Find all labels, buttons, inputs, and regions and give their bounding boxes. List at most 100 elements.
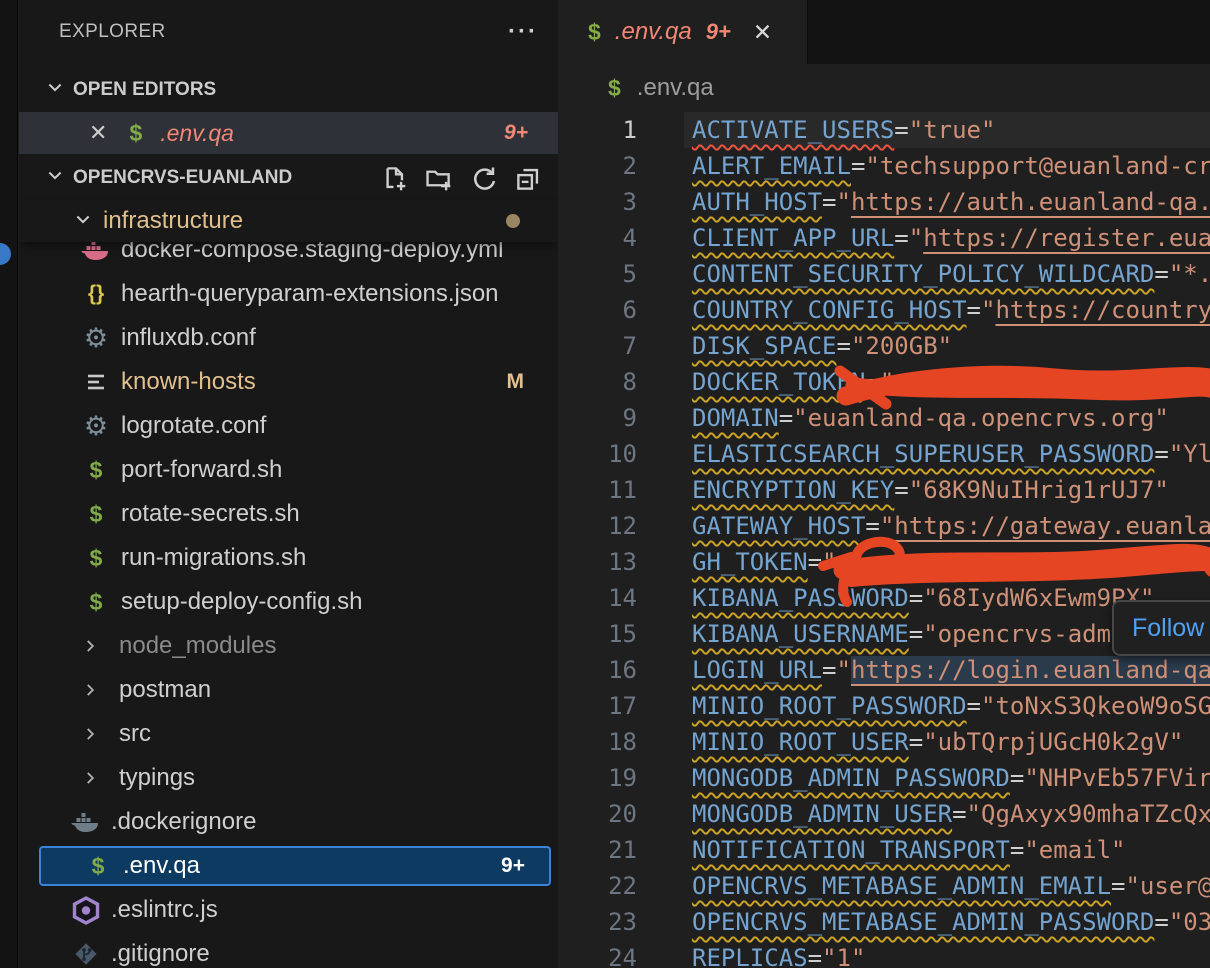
file-label: .dockerignore xyxy=(111,808,256,836)
folder-row-infrastructure[interactable]: infrastructure xyxy=(19,200,558,242)
editor-group: $ .env.qa 9+ ✕ $ .env.qa 1ACTIVATE_USERS… xyxy=(558,0,1210,968)
code-line-6: 6COUNTRY_CONFIG_HOST="https://country xyxy=(558,292,1210,328)
env-key: MONGODB_ADMIN_USER xyxy=(692,800,952,828)
file-row-.gitignore[interactable]: .gitignore xyxy=(19,932,558,968)
code-line-16: 16LOGIN_URL="https://login.euanland-qa xyxy=(558,652,1210,688)
line-number: 17 xyxy=(558,688,637,724)
line-number: 18 xyxy=(558,724,637,760)
file-label: postman xyxy=(119,676,211,704)
env-key: OPENCRVS_METABASE_ADMIN_EMAIL xyxy=(692,872,1111,900)
env-value: " xyxy=(880,368,894,396)
file-row-.env.qa[interactable]: $.env.qa9+ xyxy=(39,846,551,886)
line-number: 20 xyxy=(558,796,637,832)
env-value: "Yl xyxy=(1169,440,1210,468)
shell-file-icon: $ xyxy=(81,853,115,880)
env-key: ACTIVATE_USERS xyxy=(692,116,894,144)
modified-dot-icon xyxy=(506,214,520,228)
code-line-23: 23OPENCRVS_METABASE_ADMIN_PASSWORD="03 xyxy=(558,904,1210,940)
line-number: 14 xyxy=(558,580,637,616)
env-value: "user@ xyxy=(1125,872,1210,900)
file-label: rotate-secrets.sh xyxy=(121,500,300,528)
line-number: 2 xyxy=(558,148,637,184)
vscode-window: EXPLORER ··· OPEN EDITORS ✕ $ .env.qa 9+… xyxy=(0,0,1210,968)
chevron-right-icon xyxy=(73,637,107,655)
env-url-link[interactable]: https://register.eua xyxy=(923,224,1210,252)
list-lines-icon xyxy=(79,372,113,392)
file-row-rotate-secrets.sh[interactable]: $rotate-secrets.sh xyxy=(19,492,558,536)
line-number: 9 xyxy=(558,400,637,436)
line-number: 15 xyxy=(558,616,637,652)
docker-icon xyxy=(69,810,103,835)
gear-icon: ⚙ xyxy=(79,413,113,440)
code-line-21: 21NOTIFICATION_TRANSPORT="email" xyxy=(558,832,1210,868)
env-value: " xyxy=(909,224,923,252)
env-key: DOCKER_TOKEN xyxy=(692,368,865,396)
env-value: " xyxy=(822,548,836,576)
line-number: 4 xyxy=(558,220,637,256)
env-value: "200GB" xyxy=(851,332,952,360)
file-label: .gitignore xyxy=(111,940,210,968)
env-key: OPENCRVS_METABASE_ADMIN_PASSWORD xyxy=(692,908,1154,936)
folder-row-node_modules[interactable]: node_modules xyxy=(19,624,558,668)
file-label: hearth-queryparam-extensions.json xyxy=(121,280,499,308)
env-value: "true" xyxy=(909,116,996,144)
env-key: GH_TOKEN xyxy=(692,548,808,576)
folder-row-postman[interactable]: postman xyxy=(19,668,558,712)
git-modified-badge: M xyxy=(507,370,525,394)
env-key: ELASTICSEARCH_SUPERUSER_PASSWORD xyxy=(692,440,1154,468)
env-key: REPLICAS xyxy=(692,944,808,968)
env-value: "toNxS3QkeoW9oSG xyxy=(981,692,1210,720)
code-line-18: 18MINIO_ROOT_USER="ubTQrpjUGcH0k2gV" xyxy=(558,724,1210,760)
file-label: setup-deploy-config.sh xyxy=(121,588,362,616)
file-label: known-hosts xyxy=(121,368,256,396)
code-line-19: 19MONGODB_ADMIN_PASSWORD="NHPvEb57FVir xyxy=(558,760,1210,796)
chevron-right-icon xyxy=(73,725,107,743)
code-line-2: 2ALERT_EMAIL="techsupport@euanland-cr xyxy=(558,148,1210,184)
env-key: CONTENT_SECURITY_POLICY_WILDCARD xyxy=(692,260,1154,288)
shell-file-icon: $ xyxy=(79,457,113,484)
env-url-link[interactable]: https://login.euanland-qa xyxy=(851,656,1210,684)
file-row-known-hosts[interactable]: known-hosts M xyxy=(19,360,558,404)
file-row-.dockerignore[interactable]: .dockerignore xyxy=(19,800,558,844)
env-key: MINIO_ROOT_USER xyxy=(692,728,909,756)
env-value: "euanland-qa.opencrvs.org" xyxy=(793,404,1169,432)
file-row-influxdb.conf[interactable]: ⚙influxdb.conf xyxy=(19,316,558,360)
env-value: " xyxy=(837,656,851,684)
file-label: run-migrations.sh xyxy=(121,544,306,572)
env-key: MINIO_ROOT_PASSWORD xyxy=(692,692,967,720)
file-row-port-forward.sh[interactable]: $port-forward.sh xyxy=(19,448,558,492)
env-key: LOGIN_URL xyxy=(692,656,822,684)
env-key: DOMAIN xyxy=(692,404,779,432)
file-row-.eslintrc.js[interactable]: .eslintrc.js xyxy=(19,888,558,932)
file-row-setup-deploy-config.sh[interactable]: $setup-deploy-config.sh xyxy=(19,580,558,624)
file-row-hearth-queryparam-extensions.json[interactable]: {}hearth-queryparam-extensions.json xyxy=(19,272,558,316)
follow-link-label: Follow xyxy=(1132,614,1204,643)
activity-badge-icon xyxy=(0,243,11,265)
file-row-logrotate.conf[interactable]: ⚙logrotate.conf xyxy=(19,404,558,448)
folder-row-src[interactable]: src xyxy=(19,712,558,756)
code-area[interactable]: 1ACTIVATE_USERS="true"2ALERT_EMAIL="tech… xyxy=(558,0,1210,968)
env-url-link[interactable]: https://gateway.euanla xyxy=(894,512,1210,540)
env-url-link[interactable]: https://auth.euanland-qa. xyxy=(851,188,1210,216)
line-number: 10 xyxy=(558,436,637,472)
env-key: COUNTRY_CONFIG_HOST xyxy=(692,296,967,324)
follow-link-popup[interactable]: Follow xyxy=(1112,600,1210,656)
code-line-8: 8DOCKER_TOKEN=" xyxy=(558,364,1210,400)
env-value: "*. xyxy=(1169,260,1210,288)
folder-row-typings[interactable]: typings xyxy=(19,756,558,800)
file-row-run-migrations.sh[interactable]: $run-migrations.sh xyxy=(19,536,558,580)
file-label: typings xyxy=(119,764,195,792)
file-tree: docker-compose.staging-deploy.yml{}heart… xyxy=(19,0,558,968)
env-key: MONGODB_ADMIN_PASSWORD xyxy=(692,764,1010,792)
line-number: 23 xyxy=(558,904,637,940)
problems-badge: 9+ xyxy=(501,854,525,878)
code-line-3: 3AUTH_HOST="https://auth.euanland-qa. xyxy=(558,184,1210,220)
gitignore-icon xyxy=(69,939,103,968)
env-value: "1" xyxy=(822,944,865,968)
env-value: "opencrvs-adm xyxy=(923,620,1111,648)
env-url-link[interactable]: https://country xyxy=(995,296,1210,324)
code-line-9: 9DOMAIN="euanland-qa.opencrvs.org" xyxy=(558,400,1210,436)
env-value: "68K9NuIHrig1rUJ7" xyxy=(909,476,1169,504)
code-line-20: 20MONGODB_ADMIN_USER="QgAxyx90mhaTZcQx xyxy=(558,796,1210,832)
code-line-11: 11ENCRYPTION_KEY="68K9NuIHrig1rUJ7" xyxy=(558,472,1210,508)
